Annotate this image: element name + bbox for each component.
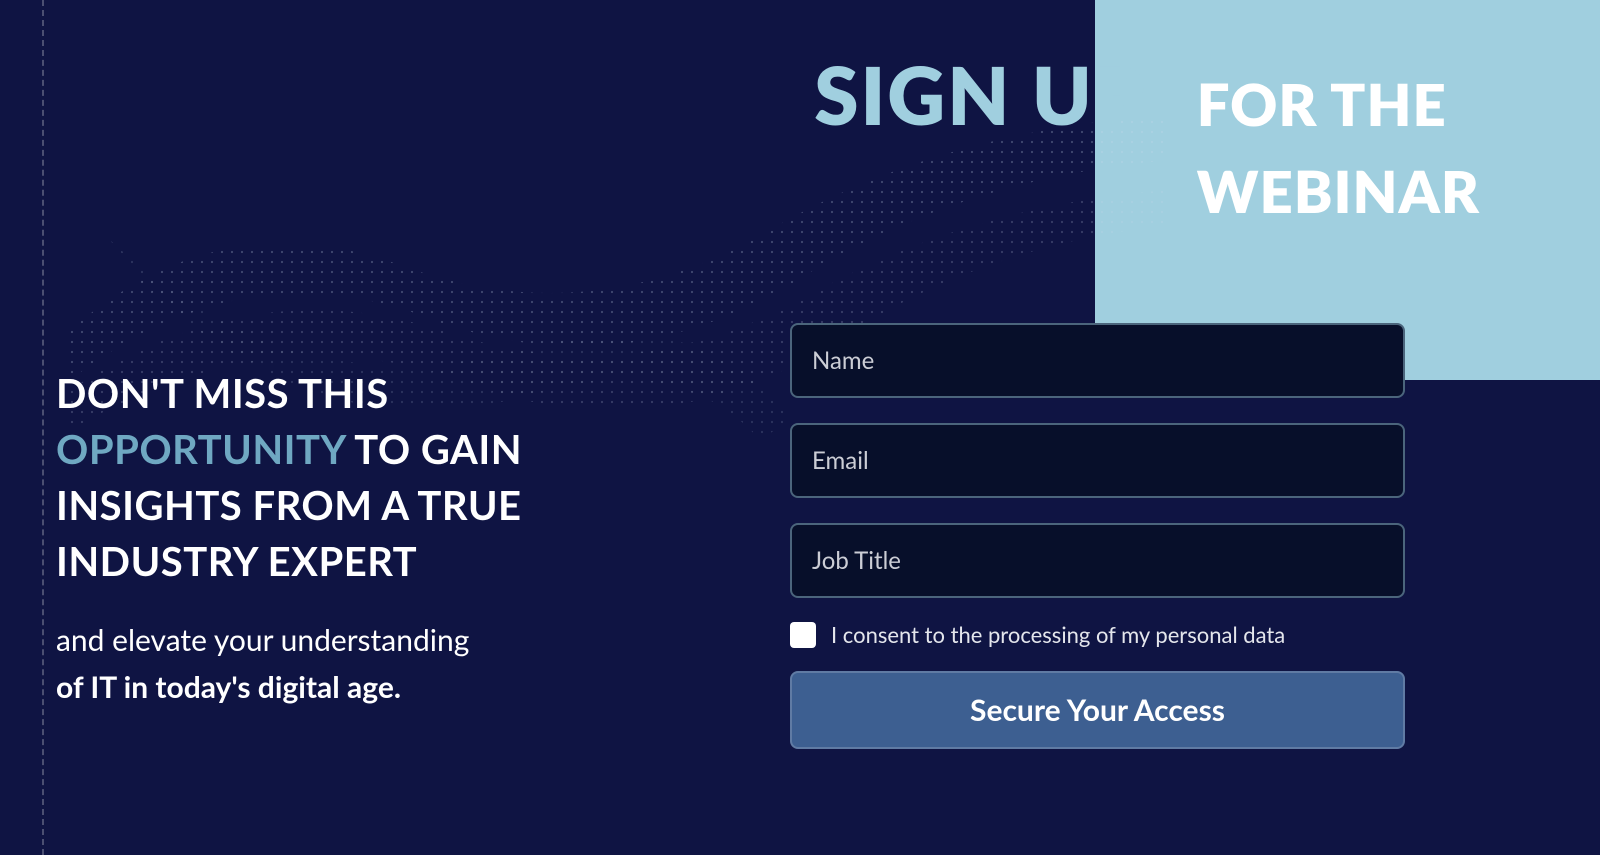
signup-form: I consent to the processing of my person…: [790, 323, 1405, 749]
copy-line1: DON'T MISS THIS: [56, 369, 389, 417]
copy-line3: INSIGHTS FROM A TRUE: [56, 481, 522, 529]
sub-heading: and elevate your understanding of IT in …: [56, 617, 696, 710]
copy-line4: INDUSTRY EXPERT: [56, 537, 417, 585]
name-input[interactable]: [790, 323, 1405, 398]
email-input[interactable]: [790, 423, 1405, 498]
heading-signup: SIGN UP: [814, 55, 1146, 135]
consent-checkbox[interactable]: [790, 622, 816, 648]
sub-line1: and elevate your understanding: [56, 622, 469, 658]
submit-button[interactable]: Secure Your Access: [790, 671, 1405, 749]
marketing-copy: DON'T MISS THIS OPPORTUNITY TO GAIN INSI…: [56, 365, 696, 710]
page-heading: SIGN UP FOR THE WEBINAR: [814, 55, 1480, 235]
sub-line2: of IT in today's digital age.: [56, 669, 401, 705]
main-heading: DON'T MISS THIS OPPORTUNITY TO GAIN INSI…: [56, 365, 696, 589]
heading-line2: WEBINAR: [1197, 157, 1480, 226]
copy-line2-rest: TO GAIN: [345, 425, 522, 473]
heading-line1: FOR THE: [1197, 70, 1447, 139]
vertical-dotted-line: [42, 0, 44, 855]
copy-highlight: OPPORTUNITY: [56, 425, 345, 473]
consent-row: I consent to the processing of my person…: [790, 621, 1405, 648]
consent-label: I consent to the processing of my person…: [831, 621, 1285, 648]
job-title-input[interactable]: [790, 523, 1405, 598]
heading-for-the-webinar: FOR THE WEBINAR: [1197, 61, 1480, 235]
